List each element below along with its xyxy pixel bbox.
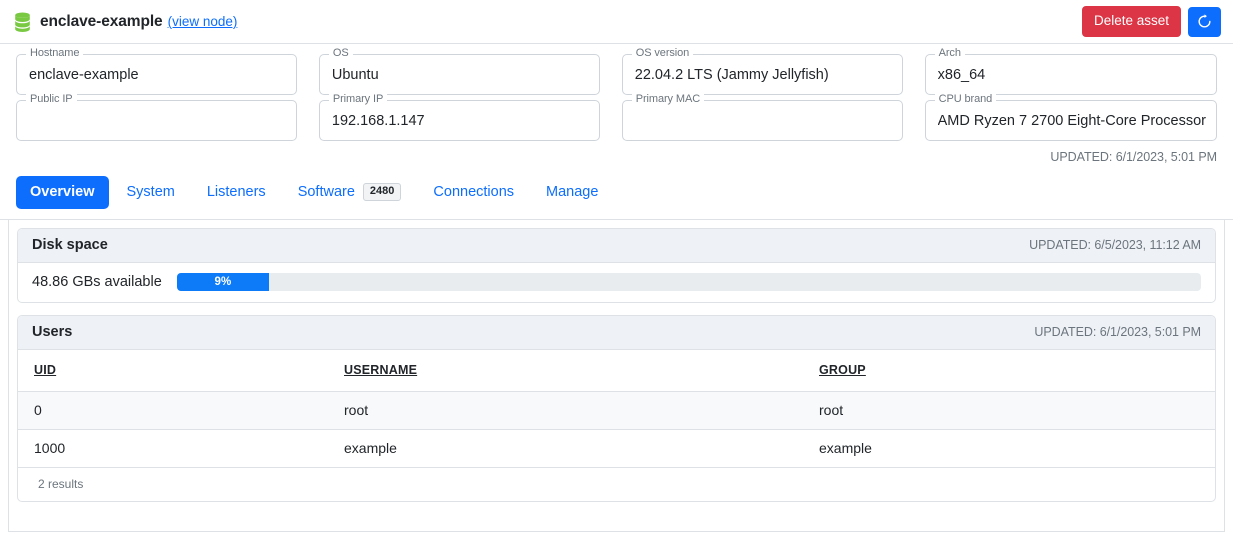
tab-manage[interactable]: Manage	[532, 176, 612, 209]
tab-software[interactable]: Software 2480	[284, 175, 416, 210]
disk-space-card: Disk space UPDATED: 6/5/2023, 11:12 AM 4…	[17, 227, 1216, 303]
tab-overview[interactable]: Overview	[16, 175, 109, 209]
column-header-label: USERNAME	[344, 362, 418, 377]
column-header-username[interactable]: USERNAME	[328, 349, 803, 392]
tab-label: Manage	[546, 183, 599, 200]
field-public-ip[interactable]: Public IP	[16, 94, 297, 141]
asset-header-bar: enclave-example (view node) Delete asset	[0, 0, 1233, 44]
software-count-badge: 2480	[362, 183, 402, 201]
tab-connections[interactable]: Connections	[419, 176, 528, 209]
tab-label: Overview	[30, 183, 95, 200]
field-label: CPU brand	[934, 94, 997, 105]
field-value: 192.168.1.147	[331, 113, 425, 129]
cell-uid: 0	[18, 391, 328, 430]
field-value: enclave-example	[29, 67, 139, 83]
cell-group: root	[803, 391, 1215, 430]
delete-asset-button[interactable]: Delete asset	[1081, 5, 1181, 38]
field-arch[interactable]: Arch x86_64	[924, 48, 1217, 95]
users-table: UID USERNAME GROUP 0 root root 1000 exam…	[18, 349, 1215, 468]
field-label: Hostname	[26, 48, 84, 59]
disk-space-title: Disk space	[32, 236, 108, 253]
disk-usage-progress-fill: 9%	[176, 272, 269, 291]
disk-space-body: 48.86 GBs available 9%	[18, 263, 1215, 302]
field-value: Ubuntu	[331, 67, 379, 83]
refresh-icon	[1198, 14, 1211, 28]
disk-space-header: Disk space UPDATED: 6/5/2023, 11:12 AM	[18, 228, 1215, 263]
tab-listeners[interactable]: Listeners	[193, 176, 280, 209]
users-card: Users UPDATED: 6/1/2023, 5:01 PM UID USE…	[17, 314, 1216, 502]
column-header-group[interactable]: GROUP	[803, 349, 1215, 392]
tab-panel-overview: Disk space UPDATED: 6/5/2023, 11:12 AM 4…	[8, 219, 1225, 532]
table-row[interactable]: 0 root root	[18, 391, 1215, 430]
column-header-label: UID	[34, 362, 57, 377]
users-updated: UPDATED: 6/1/2023, 5:01 PM	[1034, 324, 1201, 339]
field-label: Primary MAC	[631, 94, 705, 105]
database-icon	[15, 12, 30, 32]
asset-tabs: Overview System Listeners Software 2480 …	[0, 164, 1233, 220]
asset-details-fields: Hostname enclave-example OS Ubuntu OS ve…	[0, 44, 1233, 141]
field-value: x86_64	[937, 67, 986, 83]
field-label: OS	[328, 48, 353, 59]
cell-username: example	[328, 429, 803, 468]
users-results-count: 2 results	[38, 476, 84, 491]
disk-available-text: 48.86 GBs available	[32, 273, 162, 290]
field-cpu-brand[interactable]: CPU brand AMD Ryzen 7 2700 Eight-Core Pr…	[924, 94, 1217, 141]
field-label: Primary IP	[328, 94, 388, 105]
disk-space-updated: UPDATED: 6/5/2023, 11:12 AM	[1029, 237, 1201, 252]
tab-label: Connections	[433, 183, 515, 200]
refresh-button[interactable]	[1188, 6, 1221, 37]
tab-label: System	[126, 183, 175, 200]
field-label: Public IP	[26, 94, 77, 105]
users-table-body: 0 root root 1000 example example	[18, 391, 1215, 468]
page-title: enclave-example	[40, 12, 163, 30]
field-value: 22.04.2 LTS (Jammy Jellyfish)	[634, 67, 829, 83]
table-row[interactable]: 1000 example example	[18, 429, 1215, 468]
view-node-link[interactable]: (view node)	[168, 14, 238, 29]
users-title: Users	[32, 323, 73, 340]
field-primary-ip[interactable]: Primary IP 192.168.1.147	[318, 94, 600, 141]
disk-usage-progressbar: 9%	[176, 272, 1201, 291]
table-header-row: UID USERNAME GROUP	[18, 349, 1215, 392]
field-primary-mac[interactable]: Primary MAC	[621, 94, 903, 141]
field-label: OS version	[631, 48, 694, 59]
field-label: Arch	[934, 48, 965, 59]
field-value: AMD Ryzen 7 2700 Eight-Core Processor	[937, 113, 1206, 129]
users-header: Users UPDATED: 6/1/2023, 5:01 PM	[18, 315, 1215, 350]
disk-usage-percent-label: 9%	[214, 275, 232, 288]
cell-uid: 1000	[18, 429, 328, 468]
tab-label: Software	[297, 183, 355, 200]
cell-username: root	[328, 391, 803, 430]
fields-updated-timestamp: UPDATED: 6/1/2023, 5:01 PM	[1050, 150, 1217, 164]
field-os[interactable]: OS Ubuntu	[318, 48, 600, 95]
tab-label: Listeners	[206, 183, 266, 200]
users-table-head: UID USERNAME GROUP	[18, 349, 1215, 392]
field-os-version[interactable]: OS version 22.04.2 LTS (Jammy Jellyfish)	[621, 48, 903, 95]
column-header-label: GROUP	[819, 362, 866, 377]
tab-system[interactable]: System	[113, 176, 189, 209]
column-header-uid[interactable]: UID	[18, 349, 328, 392]
cell-group: example	[803, 429, 1215, 468]
field-hostname[interactable]: Hostname enclave-example	[16, 48, 297, 95]
